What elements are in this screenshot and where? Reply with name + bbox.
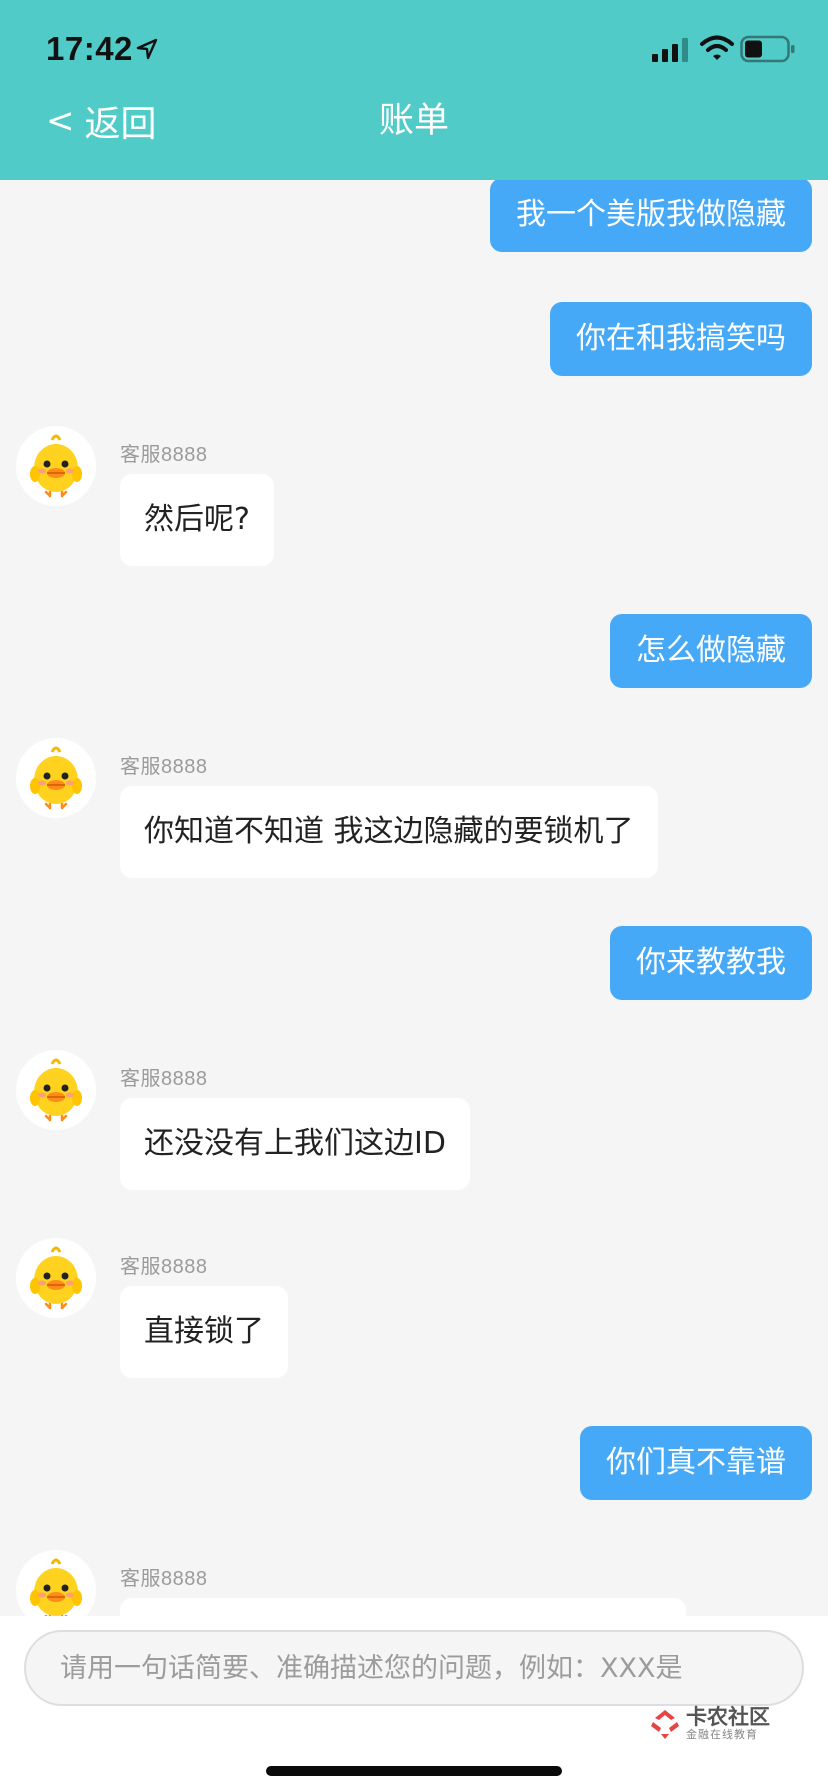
- outgoing-message[interactable]: 你在和我搞笑吗: [550, 302, 812, 376]
- signal-icon: [652, 38, 688, 62]
- kanong-logo-icon: [651, 1710, 679, 1739]
- outgoing-message[interactable]: 你们真不靠谱: [580, 1426, 812, 1500]
- agent-avatar[interactable]: [16, 1050, 96, 1130]
- status-time: 17:42: [46, 30, 133, 67]
- duck-avatar-icon: [16, 1050, 96, 1130]
- agent-avatar[interactable]: [16, 1238, 96, 1318]
- app-header: 17:42 < 返回 账单: [0, 0, 828, 180]
- duck-avatar-icon: [16, 1238, 96, 1318]
- outgoing-message[interactable]: 我一个美版我做隐藏: [490, 180, 812, 252]
- battery-icon: [740, 35, 795, 63]
- watermark-subtitle: 金融在线教育: [686, 1728, 758, 1741]
- agent-avatar[interactable]: [16, 426, 96, 506]
- incoming-message[interactable]: 你知道不知道 我这边隐藏的要锁机了: [120, 786, 658, 878]
- incoming-message[interactable]: 还没没有上我们这边ID: [120, 1098, 470, 1190]
- agent-avatar[interactable]: [16, 1550, 96, 1616]
- duck-avatar-icon: [16, 426, 96, 506]
- duck-avatar-icon: [16, 738, 96, 818]
- message-input[interactable]: [24, 1630, 804, 1706]
- agent-avatar[interactable]: [16, 738, 96, 818]
- agent-name: 客服8888: [120, 756, 208, 778]
- agent-name: 客服8888: [120, 1068, 208, 1090]
- home-indicator[interactable]: [266, 1766, 562, 1776]
- outgoing-message[interactable]: 怎么做隐藏: [610, 614, 812, 688]
- page-title: 账单: [378, 101, 449, 141]
- chat-message-list[interactable]: 我一个美版我做隐藏 你在和我搞笑吗 客服8888 然后呢? 怎么做隐藏 客服88…: [0, 180, 828, 1616]
- agent-name: 客服8888: [120, 1256, 208, 1278]
- watermark-title: 卡农社区: [686, 1705, 770, 1729]
- status-bar: 17:42: [0, 0, 828, 100]
- location-arrow-icon: [136, 38, 158, 60]
- duck-avatar-icon: [16, 1550, 96, 1616]
- incoming-message[interactable]: [120, 1598, 686, 1616]
- wifi-icon: [700, 35, 734, 60]
- agent-name: 客服8888: [120, 444, 208, 466]
- agent-name: 客服8888: [120, 1568, 208, 1590]
- watermark-logo: 卡农社区 金融在线教育: [648, 1706, 770, 1742]
- incoming-message[interactable]: 直接锁了: [120, 1286, 288, 1378]
- incoming-message[interactable]: 然后呢?: [120, 474, 274, 566]
- input-bar: 卡农社区 金融在线教育: [0, 1616, 828, 1792]
- outgoing-message[interactable]: 你来教教我: [610, 926, 812, 1000]
